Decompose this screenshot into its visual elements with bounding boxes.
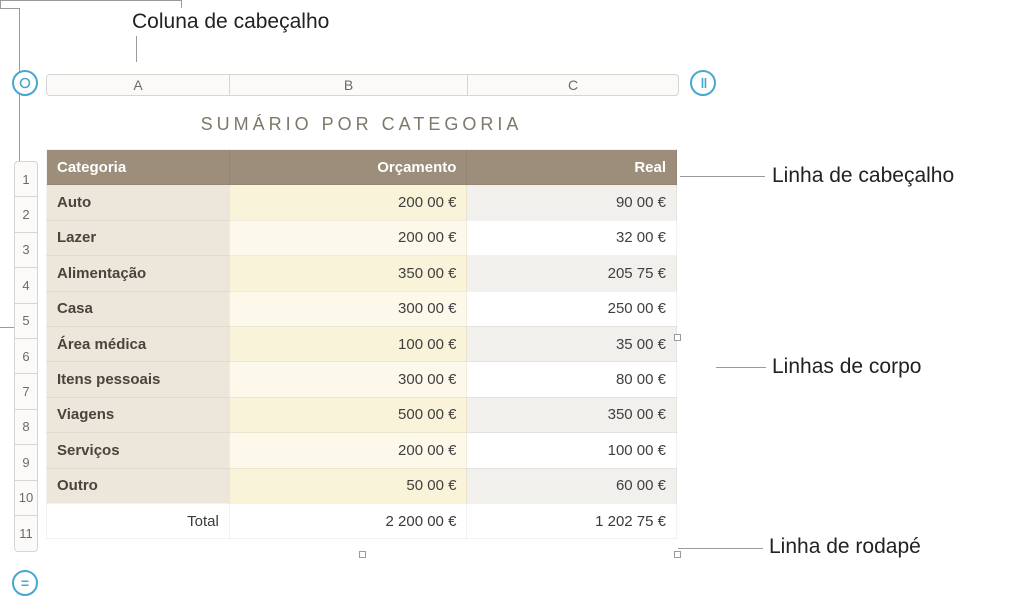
cell-orcamento[interactable]: 300 00 € <box>229 362 467 397</box>
table-body: Auto200 00 €90 00 € Lazer200 00 €32 00 €… <box>47 185 677 504</box>
circle-outline-icon <box>19 77 31 89</box>
selection-handle-bottom-right[interactable] <box>674 551 681 558</box>
cell-orcamento[interactable]: 100 00 € <box>229 326 467 361</box>
column-headers: A B C <box>46 74 679 96</box>
cell-orcamento[interactable]: 500 00 € <box>229 397 467 432</box>
table-row: Casa300 00 €250 00 € <box>47 291 677 326</box>
cell-categoria[interactable]: Lazer <box>47 220 230 255</box>
cell-real[interactable]: 250 00 € <box>467 291 677 326</box>
table-header-row: Categoria Orçamento Real <box>47 150 677 185</box>
cell-orcamento[interactable]: 50 00 € <box>229 468 467 503</box>
footer-cell-real[interactable]: 1 202 75 € <box>467 503 677 538</box>
table-row: Área médica100 00 €35 00 € <box>47 326 677 361</box>
cell-real[interactable]: 100 00 € <box>467 433 677 468</box>
annotation-footer-row: Linha de rodapé <box>769 535 921 559</box>
table-row: Outro50 00 €60 00 € <box>47 468 677 503</box>
table-select-all-handle[interactable] <box>12 70 38 96</box>
bars-horizontal-icon: = <box>21 575 29 591</box>
row-header-1[interactable]: 1 <box>15 162 37 197</box>
callout-line-body-rows <box>716 367 766 368</box>
row-header-7[interactable]: 7 <box>15 374 37 409</box>
column-header-a[interactable]: A <box>47 75 230 95</box>
add-row-handle[interactable]: = <box>12 570 38 596</box>
table-footer-row: Total 2 200 00 € 1 202 75 € <box>47 503 677 538</box>
cell-categoria[interactable]: Área médica <box>47 326 230 361</box>
table-row: Alimentação350 00 €205 75 € <box>47 256 677 291</box>
header-cell-orcamento[interactable]: Orçamento <box>229 150 467 185</box>
callout-line-header-row <box>680 176 765 177</box>
add-column-handle[interactable]: ‖ <box>690 70 716 96</box>
cell-categoria[interactable]: Auto <box>47 185 230 220</box>
cell-categoria[interactable]: Casa <box>47 291 230 326</box>
footer-cell-label[interactable]: Total <box>47 503 230 538</box>
cell-orcamento[interactable]: 200 00 € <box>229 220 467 255</box>
column-header-c[interactable]: C <box>468 75 678 95</box>
table-row: Serviços200 00 €100 00 € <box>47 433 677 468</box>
cell-real[interactable]: 60 00 € <box>467 468 677 503</box>
row-header-3[interactable]: 3 <box>15 233 37 268</box>
table-row: Auto200 00 €90 00 € <box>47 185 677 220</box>
callout-line-footer-row <box>678 548 763 549</box>
row-header-6[interactable]: 6 <box>15 339 37 374</box>
cell-real[interactable]: 35 00 € <box>467 326 677 361</box>
row-header-10[interactable]: 10 <box>15 481 37 516</box>
cell-orcamento[interactable]: 350 00 € <box>229 256 467 291</box>
row-header-5[interactable]: 5 <box>15 304 37 339</box>
header-cell-real[interactable]: Real <box>467 150 677 185</box>
footer-cell-orcamento[interactable]: 2 200 00 € <box>229 503 467 538</box>
cell-categoria[interactable]: Outro <box>47 468 230 503</box>
table-row: Lazer200 00 €32 00 € <box>47 220 677 255</box>
cell-real[interactable]: 90 00 € <box>467 185 677 220</box>
row-header-9[interactable]: 9 <box>15 445 37 480</box>
cell-orcamento[interactable]: 300 00 € <box>229 291 467 326</box>
annotation-header-row: Linha de cabeçalho <box>772 164 954 188</box>
row-headers: 1 2 3 4 5 6 7 8 9 10 11 <box>14 161 38 552</box>
selection-handle-bottom-mid[interactable] <box>359 551 366 558</box>
cell-real[interactable]: 32 00 € <box>467 220 677 255</box>
cell-categoria[interactable]: Alimentação <box>47 256 230 291</box>
cell-categoria[interactable]: Serviços <box>47 433 230 468</box>
callout-line <box>136 36 137 62</box>
row-header-11[interactable]: 11 <box>15 516 37 551</box>
cell-orcamento[interactable]: 200 00 € <box>229 433 467 468</box>
cell-orcamento[interactable]: 200 00 € <box>229 185 467 220</box>
table-row: Viagens500 00 €350 00 € <box>47 397 677 432</box>
cell-real[interactable]: 350 00 € <box>467 397 677 432</box>
selection-handle-mid-right[interactable] <box>674 334 681 341</box>
data-table: Categoria Orçamento Real Auto200 00 €90 … <box>46 149 677 539</box>
callout-bracket-header-column <box>0 0 182 8</box>
bars-vertical-icon: ‖ <box>701 75 706 91</box>
row-header-8[interactable]: 8 <box>15 410 37 445</box>
row-header-2[interactable]: 2 <box>15 197 37 232</box>
row-header-4[interactable]: 4 <box>15 268 37 303</box>
annotation-header-column: Coluna de cabeçalho <box>132 10 329 34</box>
cell-categoria[interactable]: Itens pessoais <box>47 362 230 397</box>
table-title[interactable]: SUMÁRIO POR CATEGORIA <box>46 114 677 135</box>
table-row: Itens pessoais300 00 €80 00 € <box>47 362 677 397</box>
cell-categoria[interactable]: Viagens <box>47 397 230 432</box>
table-wrap: SUMÁRIO POR CATEGORIA Categoria Orçament… <box>46 106 677 539</box>
cell-real[interactable]: 205 75 € <box>467 256 677 291</box>
header-cell-categoria[interactable]: Categoria <box>47 150 230 185</box>
cell-real[interactable]: 80 00 € <box>467 362 677 397</box>
column-header-b[interactable]: B <box>230 75 468 95</box>
annotation-body-rows: Linhas de corpo <box>772 355 921 379</box>
